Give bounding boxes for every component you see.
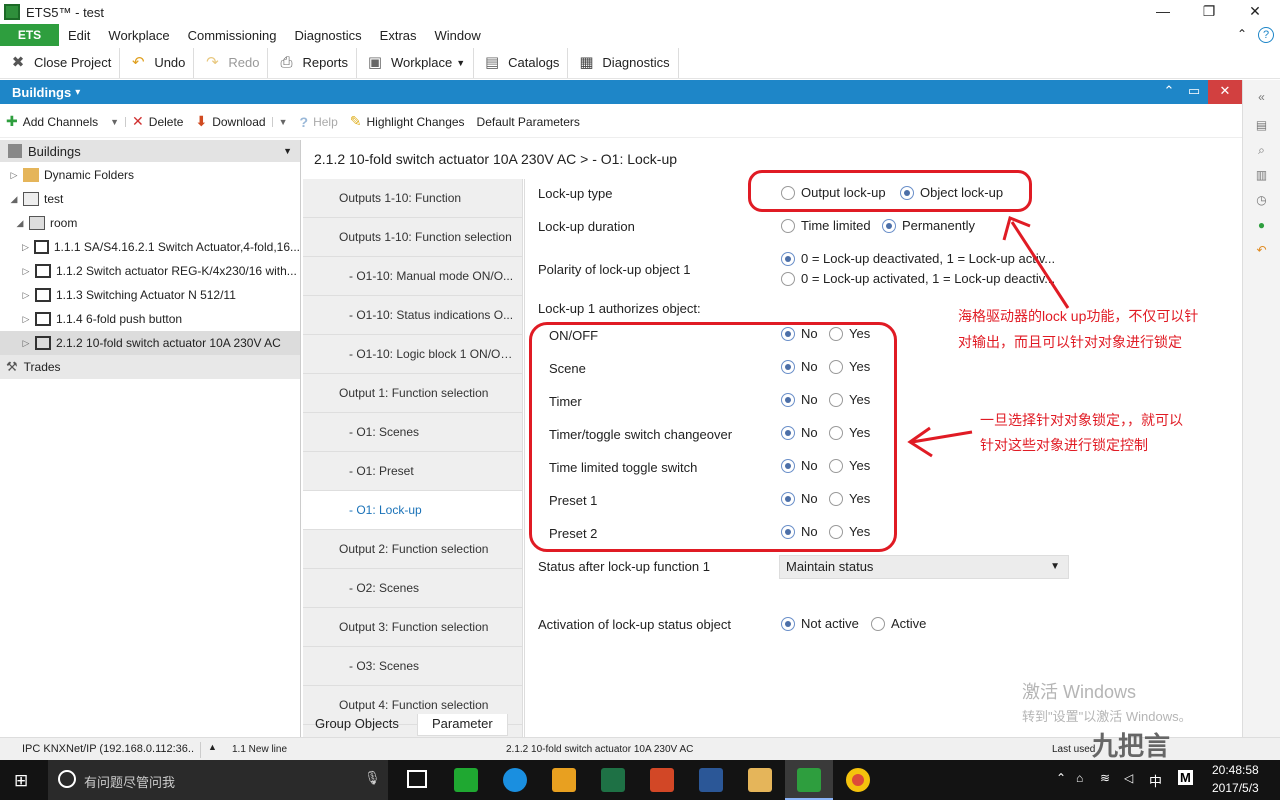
brand-logo-text: 九把言 [1092,731,1171,761]
annotation-note-2-line-2: 针对这些对象进行锁定控制 [980,437,1148,453]
annotation-note-2-line-1: 一旦选择针对对象锁定，，就可以 [980,412,1183,428]
windows-activation-hint: 转到"设置"以激活 Windows。 [1022,709,1192,724]
annotation-note-1-line-1: 海格驱动器的lock up功能，不仅可以针 [958,308,1199,324]
annotation-note-1-line-2: 对输出，而且可以针对对象进行锁定 [958,334,1182,350]
annotation-arrow-1 [1010,221,1070,309]
windows-activation-watermark: 激活 Windows [1022,682,1137,702]
